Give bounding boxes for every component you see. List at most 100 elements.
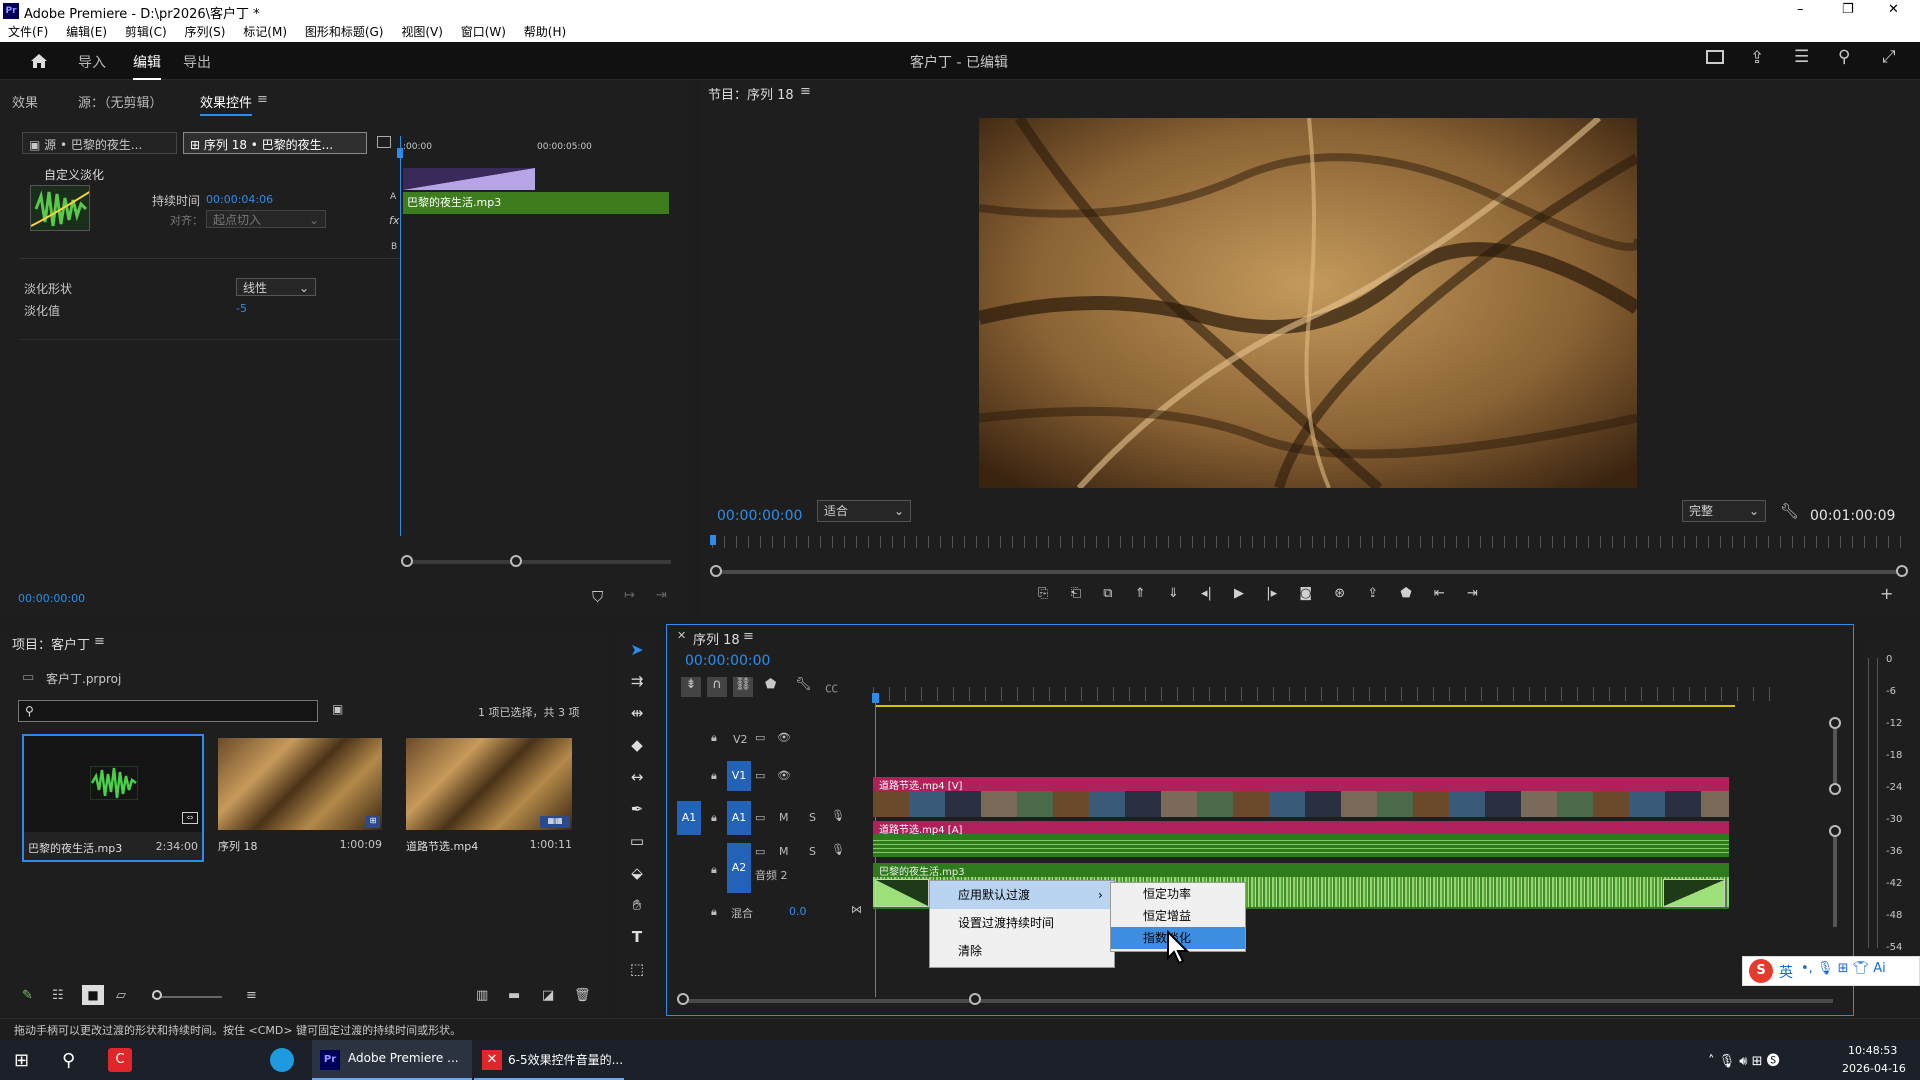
search-input[interactable]: ⚲ bbox=[18, 700, 318, 722]
selection-tool-icon[interactable]: ➤ bbox=[624, 640, 650, 664]
sync-lock-icon[interactable]: ▭ bbox=[755, 769, 765, 782]
menu-clip[interactable]: 剪辑(C) bbox=[125, 25, 167, 39]
tab-source[interactable]: 源：（无剪辑） bbox=[78, 92, 163, 111]
ripple-edit-tool-icon[interactable]: ⇹ bbox=[624, 704, 650, 728]
marker-icon[interactable]: ⬟ bbox=[1400, 586, 1411, 606]
lock-icon[interactable]: 🔒︎ bbox=[711, 863, 717, 877]
scroll-handle-left[interactable] bbox=[401, 555, 413, 567]
menu-item-apply-default-transition[interactable]: 应用默认过渡 › bbox=[930, 881, 1114, 909]
zoom-slider[interactable] bbox=[152, 996, 222, 998]
timeline-timecode[interactable]: 00:00:00:00 bbox=[685, 653, 770, 669]
lock-icon[interactable]: 🔒︎ bbox=[711, 769, 717, 783]
close-sequence-icon[interactable]: ✕ bbox=[677, 629, 686, 642]
workspace-icon[interactable] bbox=[1706, 50, 1724, 64]
track-select-tool-icon[interactable]: ⇉ bbox=[624, 672, 650, 696]
snap-icon[interactable]: ∩ bbox=[707, 677, 727, 697]
auto-reframe-tool-icon[interactable]: ⬚ bbox=[624, 960, 650, 984]
a-scroll-handle-top[interactable] bbox=[1829, 825, 1841, 837]
track-label[interactable]: V1 bbox=[727, 761, 751, 791]
step-forward-icon[interactable]: |▸ bbox=[1266, 586, 1277, 606]
ime-language[interactable]: 英 bbox=[1779, 962, 1793, 982]
sequence-clip-tab[interactable]: ⊞ 序列 18 • 巴黎的夜生... bbox=[183, 132, 367, 154]
captions-icon[interactable]: ㏄ bbox=[825, 677, 838, 696]
effect-timecode[interactable]: 00:00:00:00 bbox=[18, 592, 85, 605]
menu-item-set-transition-duration[interactable]: 设置过渡持续时间 bbox=[930, 909, 1114, 937]
export-icon[interactable]: ⇥ bbox=[656, 588, 667, 603]
menu-edit[interactable]: 编辑(E) bbox=[66, 25, 107, 39]
transition-start[interactable] bbox=[875, 879, 929, 907]
v-scrollbar-audio[interactable] bbox=[1833, 837, 1837, 927]
fit-dropdown[interactable]: 适合 ⌄ bbox=[817, 500, 911, 522]
wrench-icon[interactable]: 🔧︎ bbox=[1780, 502, 1799, 520]
menu-item-clear[interactable]: 清除 bbox=[930, 937, 1114, 965]
menu-file[interactable]: 文件(F) bbox=[8, 25, 48, 39]
menu-item-constant-gain[interactable]: 恒定增益 bbox=[1111, 905, 1245, 927]
go-out-icon[interactable]: ⇥ bbox=[1467, 586, 1478, 606]
pen-tool-icon[interactable]: ✒ bbox=[624, 800, 650, 824]
program-timecode-current[interactable]: 00:00:00:00 bbox=[717, 508, 802, 524]
list-view-icon[interactable]: ☷ bbox=[52, 988, 64, 1003]
fade-shape-dropdown[interactable]: 线性 ⌄ bbox=[236, 278, 316, 296]
filter-icon[interactable]: ⛉ bbox=[592, 588, 603, 606]
new-bin-icon[interactable]: ▬ bbox=[508, 988, 520, 1003]
add-marker-icon[interactable]: ⬟ bbox=[765, 677, 776, 692]
lock-icon[interactable]: 🔒︎ bbox=[711, 731, 717, 745]
menu-lines-icon[interactable]: ☰ bbox=[1794, 47, 1809, 67]
export-frame-icon[interactable]: ⇪ bbox=[1367, 586, 1378, 606]
tab-edit[interactable]: 编辑 bbox=[133, 52, 161, 80]
zoom-slider-handle[interactable] bbox=[152, 990, 162, 1000]
timeline-settings-icon[interactable]: 🔧︎ bbox=[795, 677, 812, 692]
project-item-video[interactable]: ▦▦ 道路节选.mp4 1:00:11 bbox=[402, 734, 574, 862]
solo-button[interactable]: S bbox=[809, 811, 816, 824]
mute-button[interactable]: M bbox=[779, 811, 789, 824]
video-clip[interactable]: 道路节选.mp4 [V] bbox=[873, 777, 1729, 817]
go-in-icon[interactable]: ⇤ bbox=[1434, 586, 1445, 606]
panel-menu-icon[interactable]: ≡ bbox=[743, 629, 754, 644]
track-label[interactable]: A2 bbox=[727, 843, 751, 893]
sequence-tab[interactable]: 序列 18 bbox=[693, 629, 740, 648]
mute-button[interactable]: M bbox=[779, 845, 789, 858]
video-preview[interactable] bbox=[979, 118, 1637, 488]
ime-tools-icon[interactable]: •, 🎙︎ ⊞ 👕︎ Ai bbox=[1801, 961, 1886, 976]
sort-icon[interactable]: ≡ bbox=[246, 988, 257, 1003]
compare-icon[interactable]: ⧉ bbox=[1103, 586, 1112, 606]
freeform-view-icon[interactable]: ▱ bbox=[116, 988, 126, 1003]
taskbar-premiere[interactable]: Pr Adobe Premiere ... bbox=[312, 1040, 472, 1080]
menu-item-constant-power[interactable]: 恒定功率 bbox=[1111, 883, 1245, 905]
solo-button[interactable]: S bbox=[809, 845, 816, 858]
menu-view[interactable]: 视图(V) bbox=[401, 25, 443, 39]
fade-value[interactable]: -5 bbox=[236, 302, 247, 315]
icon-view-icon[interactable]: ■ bbox=[82, 985, 104, 1005]
scroll-handle-right[interactable] bbox=[510, 555, 522, 567]
rectangle-tool-icon[interactable]: ▭ bbox=[624, 832, 650, 856]
clock-date[interactable]: 2026-04-16 bbox=[1842, 1062, 1906, 1075]
menu-graphics[interactable]: 图形和标题(G) bbox=[305, 25, 384, 39]
mini-scrollbar[interactable] bbox=[405, 560, 671, 564]
microphone-icon[interactable]: 🎙︎ bbox=[831, 843, 845, 856]
panel-menu-icon[interactable]: ≡ bbox=[257, 92, 268, 107]
lift-icon[interactable]: ⇑ bbox=[1135, 586, 1146, 606]
align-dropdown[interactable]: 起点切入 ⌄ bbox=[206, 210, 326, 228]
eye-icon[interactable]: 👁︎ bbox=[777, 769, 791, 782]
taskbar-wps[interactable]: ✕ 6-5效果控件音量的... bbox=[474, 1040, 624, 1080]
scroll-handle-left[interactable] bbox=[710, 565, 722, 577]
source-clip-tab[interactable]: ▣ 源 • 巴黎的夜生... bbox=[22, 132, 177, 154]
hand-tool-icon[interactable]: ✋︎ bbox=[624, 896, 650, 920]
search-icon[interactable]: ⚲ bbox=[62, 1050, 75, 1071]
minimize-button[interactable]: – bbox=[1797, 2, 1804, 17]
slip-tool-icon[interactable]: ↔ bbox=[624, 768, 650, 792]
eye-icon[interactable]: 👁︎ bbox=[777, 731, 791, 744]
v-scroll-handle-bottom[interactable] bbox=[1829, 783, 1841, 795]
new-item-icon[interactable]: ◪ bbox=[542, 988, 554, 1003]
track-label[interactable]: A1 bbox=[727, 801, 751, 835]
nest-icon[interactable]: ⇟ bbox=[681, 677, 701, 697]
menu-window[interactable]: 窗口(W) bbox=[461, 25, 506, 39]
program-playhead[interactable] bbox=[710, 535, 716, 545]
tab-import[interactable]: 导入 bbox=[78, 52, 106, 72]
audio-clip-bar[interactable]: 巴黎的夜生活.mp3 bbox=[403, 192, 669, 214]
home-icon[interactable] bbox=[30, 52, 48, 70]
project-item-sequence[interactable]: ⊞ 序列 18 1:00:09 bbox=[214, 734, 386, 862]
vr-icon[interactable]: ⊛ bbox=[1334, 586, 1345, 606]
type-tool-icon[interactable]: T bbox=[624, 928, 650, 952]
clock-time[interactable]: 10:48:53 bbox=[1848, 1044, 1897, 1057]
